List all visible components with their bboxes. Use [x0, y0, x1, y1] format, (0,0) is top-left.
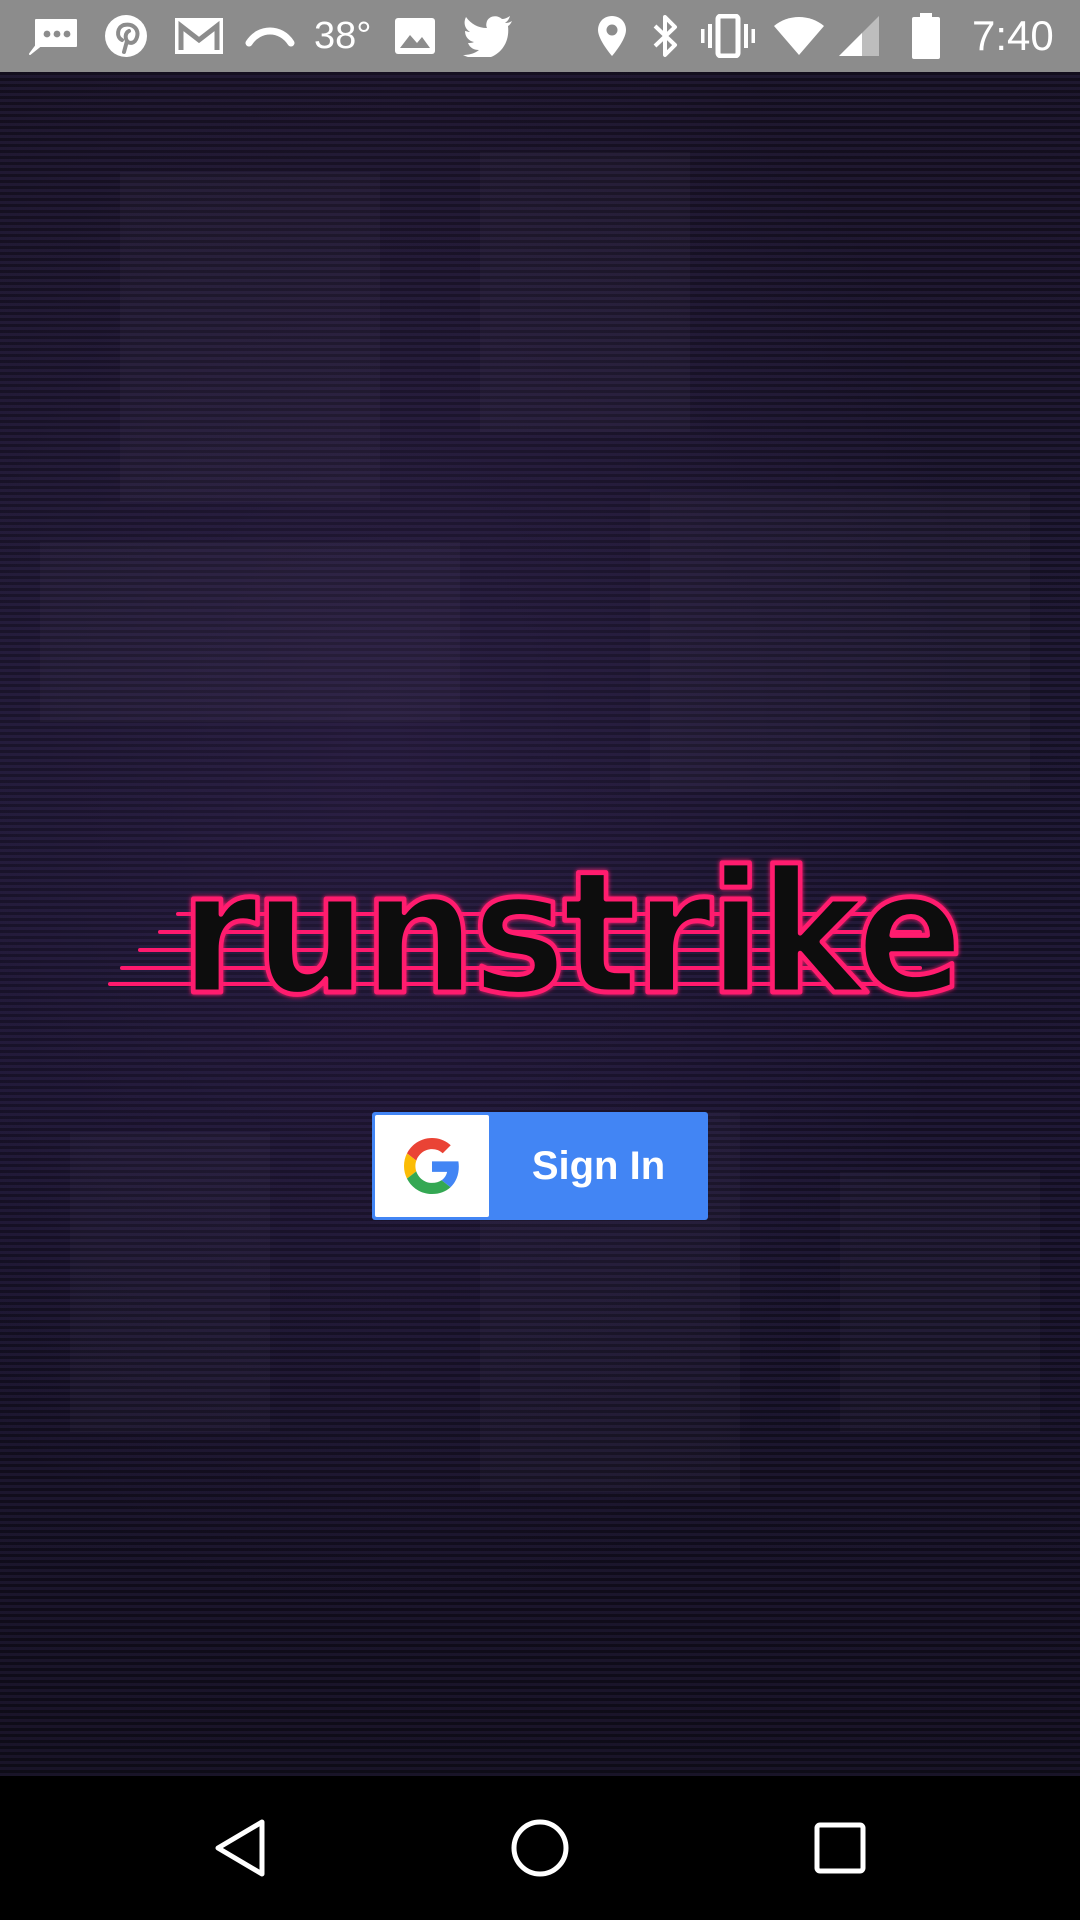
navigation-bar [0, 1776, 1080, 1920]
battery-icon [910, 0, 942, 72]
cast-icon [244, 0, 296, 72]
home-button[interactable] [470, 1776, 610, 1920]
runstrike-logo: runstrike [108, 834, 967, 1014]
background-shape [40, 542, 460, 722]
background-shape [120, 172, 380, 502]
messages-icon [26, 0, 82, 72]
status-bar: 38° 7:40 [0, 0, 1080, 72]
background-shape [480, 152, 690, 432]
gmail-icon [172, 0, 226, 72]
screen: 38° 7:40 runstrike Sign In [0, 0, 1080, 1920]
vibrate-icon [700, 0, 756, 72]
clock-text: 7:40 [972, 12, 1054, 59]
twitter-icon [460, 0, 516, 72]
recents-button[interactable] [770, 1776, 910, 1920]
bluetooth-icon [648, 0, 684, 72]
pinterest-icon [102, 0, 150, 72]
google-sign-in-button[interactable]: Sign In [372, 1112, 708, 1220]
sign-in-label: Sign In [531, 1144, 666, 1188]
back-icon [215, 1819, 265, 1877]
google-g-icon [375, 1115, 489, 1217]
signal-icon [836, 0, 882, 72]
temperature-text: 38° [314, 15, 372, 57]
wifi-icon [772, 0, 826, 72]
recents-icon [814, 1822, 866, 1874]
home-icon [511, 1819, 569, 1877]
back-button[interactable] [170, 1776, 310, 1920]
image-icon [392, 0, 438, 72]
background-shape [650, 492, 1030, 792]
background-shape [70, 1132, 270, 1432]
location-icon [594, 0, 630, 72]
background-shape [840, 1172, 1040, 1432]
logo-text: runstrike [180, 835, 960, 1014]
splash-background: runstrike Sign In [0, 72, 1080, 1776]
